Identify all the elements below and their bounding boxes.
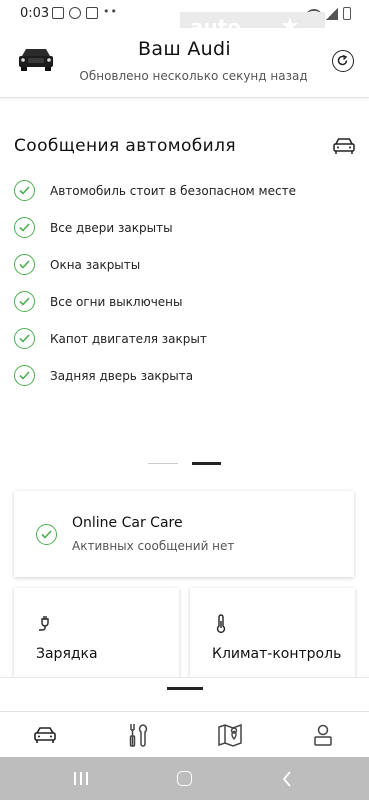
refresh-button[interactable] <box>332 50 354 72</box>
list-item: Все огни выключены <box>14 283 354 320</box>
back-button[interactable] <box>282 771 292 787</box>
check-icon <box>14 180 35 201</box>
page-indicator[interactable] <box>148 462 222 466</box>
recent-apps-button[interactable] <box>74 772 88 785</box>
viber-notification-icon <box>69 7 81 19</box>
map-icon[interactable] <box>217 722 243 748</box>
status-time: 0:03 <box>20 6 50 21</box>
system-navigation-bar <box>0 757 369 800</box>
message-label: Все двери закрыты <box>50 220 173 235</box>
thermometer-icon <box>216 614 226 634</box>
bottom-sheet[interactable] <box>0 677 369 711</box>
page-dot-1[interactable] <box>148 463 178 464</box>
last-updated-text: Обновлено несколько секунд назад <box>79 69 308 83</box>
message-label: Окна закрыты <box>50 257 141 272</box>
plug-icon <box>39 616 49 631</box>
notification-icons: •• <box>52 5 118 19</box>
car-icon[interactable] <box>32 722 58 748</box>
list-item: Все двери закрыты <box>14 209 354 246</box>
check-icon <box>14 254 35 275</box>
message-label: Все огни выключены <box>50 294 183 309</box>
message-label: Автомобиль стоит в безопасном месте <box>50 183 296 198</box>
message-label: Капот двигателя закрыт <box>50 331 207 346</box>
care-title: Online Car Care <box>72 515 183 531</box>
climate-control-tile[interactable]: Климат-контроль <box>190 588 355 680</box>
battery-icon <box>343 7 351 20</box>
messages-title: Сообщения автомобиля <box>14 136 237 156</box>
check-icon <box>14 365 35 386</box>
app-header: Ваш Audi Обновлено несколько секунд наза… <box>0 28 369 98</box>
charging-label: Зарядка <box>36 646 98 662</box>
check-icon <box>14 291 35 312</box>
signal-icon <box>326 7 338 20</box>
list-item: Капот двигателя закрыт <box>14 320 354 357</box>
check-icon <box>36 524 57 545</box>
more-notifications-icon: •• <box>103 5 118 18</box>
image-notification-icon <box>52 7 64 19</box>
profile-icon[interactable] <box>310 722 336 748</box>
list-item: Автомобиль стоит в безопасном месте <box>14 172 354 209</box>
list-item: Окна закрыты <box>14 246 354 283</box>
page-dot-2-active[interactable] <box>192 462 221 465</box>
tools-icon[interactable] <box>125 722 151 748</box>
online-car-care-card[interactable]: Online Car Care Активных сообщений нет <box>14 491 354 577</box>
page-title: Ваш Audi <box>138 38 231 60</box>
home-button[interactable] <box>177 771 192 786</box>
check-icon <box>14 328 35 349</box>
climate-label: Климат-контроль <box>212 646 342 662</box>
refresh-icon <box>337 54 348 66</box>
shopping-notification-icon <box>86 7 98 19</box>
message-label: Задняя дверь закрыта <box>50 368 194 383</box>
list-item: Задняя дверь закрыта <box>14 357 354 394</box>
sheet-drag-handle[interactable] <box>167 687 203 690</box>
check-icon <box>14 217 35 238</box>
bottom-navigation <box>0 711 369 757</box>
vehicle-messages-list: Автомобиль стоит в безопасном месте Все … <box>14 172 354 394</box>
charging-tile[interactable]: Зарядка <box>14 588 179 680</box>
care-subtitle: Активных сообщений нет <box>72 539 235 553</box>
car-status-icon[interactable] <box>332 137 356 155</box>
